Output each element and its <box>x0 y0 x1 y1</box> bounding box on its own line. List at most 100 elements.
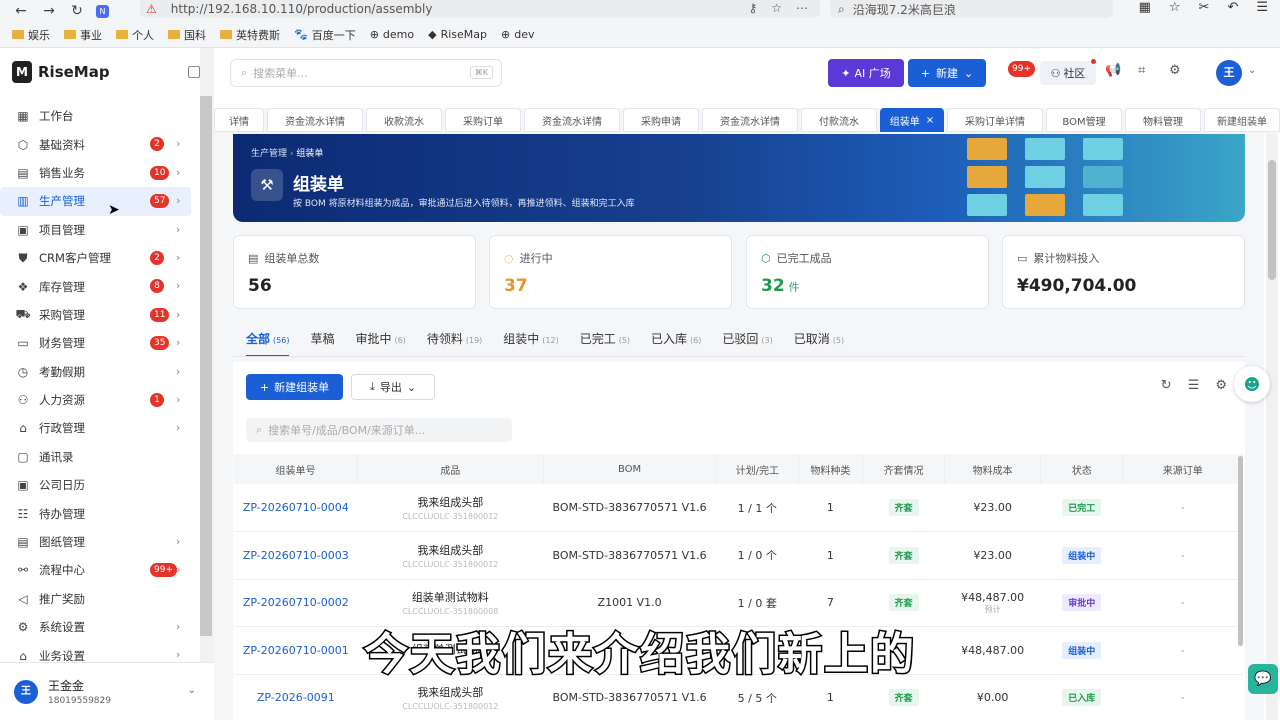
page-tab[interactable]: 收款流水 <box>366 108 442 132</box>
page-tab[interactable]: 付款流水 <box>801 108 877 132</box>
bookmark-link[interactable]: 🐾 百度一下 <box>294 27 356 43</box>
sidebar-item[interactable]: ⌂ 行政管理 › <box>0 414 213 442</box>
apps-icon[interactable]: ▦ <box>1139 0 1151 15</box>
page-tab[interactable]: BOM管理 <box>1046 108 1122 132</box>
sidebar-item[interactable]: ⬡ 基础资料 2 › <box>0 130 213 158</box>
page-tab[interactable]: 组装单 × <box>880 108 944 132</box>
ai-plaza-button[interactable]: ✦ AI 广场 <box>828 59 904 87</box>
sidebar-item[interactable]: ▤ 销售业务 10 › <box>0 159 213 187</box>
column-header[interactable]: 组装单号 <box>234 454 359 484</box>
star-icon[interactable]: ☆ <box>771 1 782 15</box>
chevron-down-icon[interactable]: ⌄ <box>1248 65 1256 76</box>
sidebar-item[interactable]: ☷ 待办管理 <box>0 499 213 527</box>
page-tab[interactable]: 采购订单详情 <box>947 108 1043 132</box>
new-button[interactable]: + 新建 ⌄ <box>908 59 986 87</box>
app-logo[interactable]: M RiseMap <box>0 48 213 96</box>
url-bar[interactable]: ⚠ http://192.168.10.110/production/assem… <box>140 0 820 18</box>
sidebar-item[interactable]: ◷ 考勤假期 › <box>0 358 213 386</box>
page-tab[interactable]: 资金流水详情 <box>524 108 620 132</box>
sidebar-item[interactable]: ▣ 项目管理 › <box>0 216 213 244</box>
column-header[interactable]: 成品 <box>357 454 544 484</box>
list-search-input[interactable]: ⌕ 搜索单号/成品/BOM/来源订单... <box>246 418 512 442</box>
page-scroll-thumb[interactable] <box>1268 160 1276 280</box>
favorites-icon[interactable]: ☆ <box>1169 0 1181 15</box>
gear-icon[interactable]: ⚙ <box>1169 63 1181 78</box>
menu-search-input[interactable]: ⌕ 搜索菜单... ⌘K <box>230 59 502 87</box>
status-filter-tab[interactable]: 已完工 (5) <box>580 330 630 357</box>
sidebar-item[interactable]: ❖ 库存管理 8 › <box>0 272 213 300</box>
scan-icon[interactable]: ⌗ <box>1138 63 1145 78</box>
undo-icon[interactable]: ↶ <box>1227 0 1238 15</box>
forward-icon[interactable]: → <box>42 3 56 19</box>
status-filter-tab[interactable]: 已取消 (5) <box>794 330 844 357</box>
status-filter-tab[interactable]: 组装中 (12) <box>503 330 558 357</box>
bookmark-link[interactable]: ⊕ dev <box>501 28 534 41</box>
bookmark-folder[interactable]: 英特费斯 <box>220 27 280 43</box>
page-tab[interactable]: 新建组装单 <box>1204 108 1280 132</box>
sidebar-item[interactable]: ⛊ CRM客户管理 2 › <box>0 244 213 272</box>
export-button[interactable]: ⤓ 导出 ⌄ <box>351 374 435 400</box>
status-filter-tab[interactable]: 草稿 <box>310 330 334 357</box>
column-header[interactable]: 状态 <box>1040 454 1124 484</box>
bookmark-folder[interactable]: 个人 <box>116 27 154 43</box>
robot-assistant-icon[interactable]: ☻ <box>1234 366 1270 402</box>
page-tab[interactable]: 采购申请 <box>623 108 699 132</box>
status-filter-tab[interactable]: 待领料 (19) <box>427 330 482 357</box>
sidebar-item[interactable]: ⚯ 流程中心 99+ › <box>0 556 213 584</box>
status-filter-tab[interactable]: 已驳回 (3) <box>722 330 772 357</box>
insecure-icon[interactable]: ⚠ <box>146 2 157 16</box>
sidebar-item[interactable]: ▢ 通讯录 <box>0 443 213 471</box>
count-badge: 99+ <box>150 563 177 578</box>
sidebar-item[interactable]: ⛟ 采购管理 11 › <box>0 301 213 329</box>
assembly-code-link[interactable]: ZP-20260710-0003 <box>234 531 358 580</box>
breadcrumb-parent[interactable]: 生产管理 <box>251 149 287 159</box>
gear-icon[interactable]: ⚙ <box>1215 378 1227 393</box>
page-tab[interactable]: 资金流水详情 <box>702 108 798 132</box>
sidebar-item[interactable]: ◁ 推广奖励 <box>0 585 213 613</box>
table-row[interactable]: ZP-20260710-0003 我来组成头部 CLCCLUOLC-35180001… <box>234 531 1243 580</box>
avatar[interactable]: 王 <box>1216 60 1242 86</box>
sidebar-item[interactable]: ⚇ 人力资源 1 › <box>0 386 213 414</box>
page-tab[interactable]: 资金流水详情 <box>267 108 363 132</box>
column-header[interactable]: 计划/完工 <box>716 454 799 484</box>
assembly-code-link[interactable]: ZP-20260710-0004 <box>234 484 358 532</box>
reload-icon[interactable]: ↻ <box>70 3 84 19</box>
sidebar-item[interactable]: ▣ 公司日历 <box>0 471 213 499</box>
bookmark-folder[interactable]: 事业 <box>64 27 102 43</box>
bookmark-link[interactable]: ⊕ demo <box>370 28 414 41</box>
density-icon[interactable]: ☰ <box>1188 378 1200 393</box>
status-filter-tab[interactable]: 全部 (56) <box>246 330 290 357</box>
page-tab[interactable]: 采购订单 <box>445 108 521 132</box>
extension-icon[interactable]: N <box>96 4 109 18</box>
bookmark-folder[interactable]: 娱乐 <box>12 27 50 43</box>
column-header[interactable]: 物料种类 <box>798 454 863 484</box>
browser-search[interactable]: ⌕ 沿海现7.2米高巨浪 <box>830 0 1113 18</box>
column-header[interactable]: 齐套情况 <box>862 454 946 484</box>
table-row[interactable]: ZP-20260710-0004 我来组成头部 CLCCLUOLC-35180001… <box>234 484 1243 532</box>
close-icon[interactable]: × <box>926 115 934 126</box>
page-tab[interactable]: 详情 <box>214 108 264 132</box>
status-filter-tab[interactable]: 审批中 (6) <box>355 330 405 357</box>
menu-icon[interactable]: ☰ <box>1256 0 1268 15</box>
community-button[interactable]: ⚇ 社区 <box>1040 61 1096 85</box>
more-icon[interactable]: ⋯ <box>796 1 808 15</box>
notification-badge[interactable]: 99+ <box>1008 61 1035 77</box>
collapse-sidebar-icon[interactable] <box>188 66 200 78</box>
key-icon[interactable]: ⚷ <box>748 1 757 15</box>
back-icon[interactable]: ← <box>14 3 28 19</box>
refresh-icon[interactable]: ↻ <box>1161 378 1172 393</box>
column-header[interactable]: 物料成本 <box>944 454 1042 484</box>
column-header[interactable]: 来源订单 <box>1122 454 1243 484</box>
page-tab[interactable]: 物料管理 <box>1125 108 1201 132</box>
bookmark-folder[interactable]: 国科 <box>168 27 206 43</box>
create-assembly-button[interactable]: + 新建组装单 <box>246 374 343 400</box>
column-header[interactable]: BOM <box>543 454 717 484</box>
megaphone-icon[interactable]: 📢 <box>1105 63 1121 78</box>
status-filter-tab[interactable]: 已入库 (6) <box>651 330 701 357</box>
sidebar-item[interactable]: ▥ 生产管理 57 › <box>0 187 191 216</box>
cut-icon[interactable]: ✂ <box>1199 0 1210 15</box>
sidebar-item[interactable]: ▤ 图纸管理 › <box>0 528 213 556</box>
sidebar-item[interactable]: ▭ 财务管理 35 › <box>0 329 213 357</box>
bookmark-link[interactable]: ◆ RiseMap <box>428 28 487 41</box>
sidebar-item[interactable]: ▦ 工作台 <box>0 102 213 130</box>
